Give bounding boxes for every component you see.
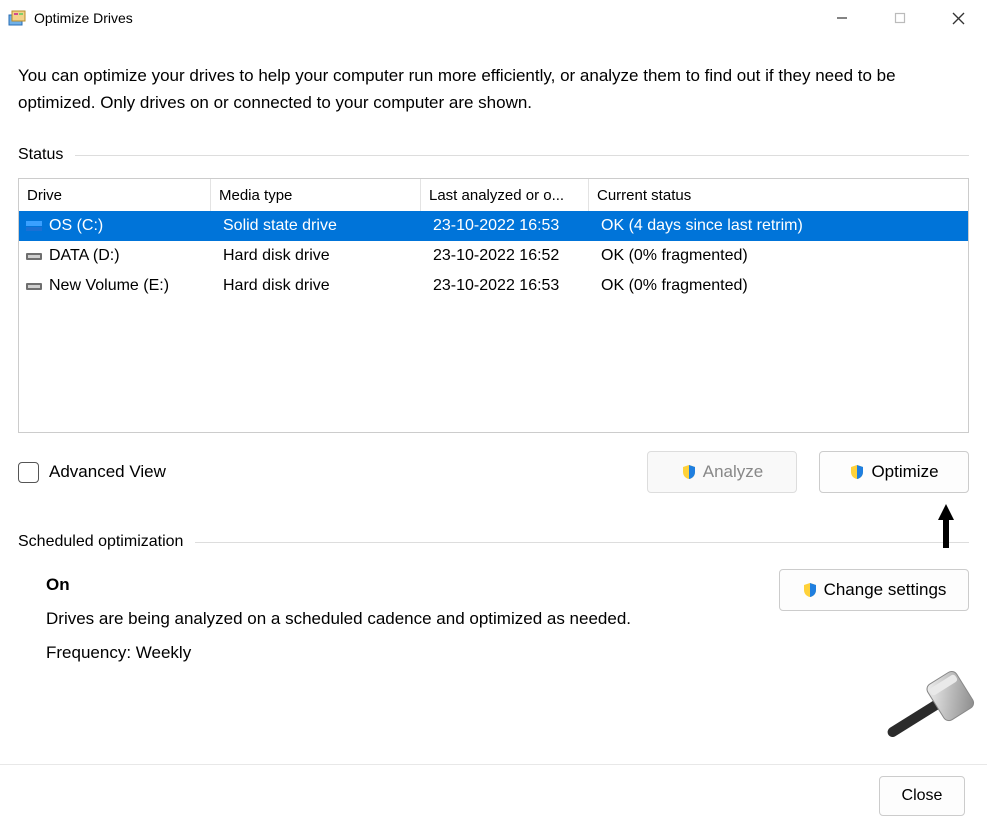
- column-header-media[interactable]: Media type: [211, 179, 421, 211]
- scheduled-info: On Drives are being analyzed on a schedu…: [18, 565, 757, 663]
- scheduled-frequency: Frequency: Weekly: [46, 643, 757, 663]
- footer: Close: [0, 764, 987, 826]
- drive-icon: [25, 279, 45, 293]
- drive-last: 23-10-2022 16:53: [425, 217, 593, 235]
- close-label: Close: [902, 787, 943, 805]
- description-text: You can optimize your drives to help you…: [18, 62, 958, 116]
- drives-list: Drive Media type Last analyzed or o... C…: [18, 178, 969, 433]
- drive-media: Hard disk drive: [215, 277, 425, 295]
- shield-icon: [849, 464, 865, 480]
- divider: [75, 155, 969, 156]
- optimize-label: Optimize: [871, 462, 938, 482]
- close-button[interactable]: Close: [879, 776, 965, 816]
- advanced-view-checkbox[interactable]: [18, 462, 39, 483]
- analyze-button[interactable]: Analyze: [647, 451, 797, 493]
- status-section-heading: Status: [18, 146, 969, 164]
- optimize-button[interactable]: Optimize: [819, 451, 969, 493]
- window-title: Optimize Drives: [34, 10, 133, 26]
- column-header-last[interactable]: Last analyzed or o...: [421, 179, 589, 211]
- drive-status: OK (0% fragmented): [593, 247, 968, 265]
- drive-icon: [25, 219, 45, 233]
- drive-row[interactable]: DATA (D:) Hard disk drive 23-10-2022 16:…: [19, 241, 968, 271]
- drive-status: OK (4 days since last retrim): [593, 217, 968, 235]
- close-window-button[interactable]: [929, 0, 987, 36]
- drive-name: New Volume (E:): [49, 277, 169, 295]
- shield-icon: [681, 464, 697, 480]
- minimize-button[interactable]: [813, 0, 871, 36]
- drive-last: 23-10-2022 16:53: [425, 277, 593, 295]
- maximize-button[interactable]: [871, 0, 929, 36]
- drive-status: OK (0% fragmented): [593, 277, 968, 295]
- drive-name: DATA (D:): [49, 247, 120, 265]
- column-header-status[interactable]: Current status: [589, 179, 968, 211]
- scheduled-description: Drives are being analyzed on a scheduled…: [46, 609, 757, 629]
- drive-media: Hard disk drive: [215, 247, 425, 265]
- drive-row[interactable]: New Volume (E:) Hard disk drive 23-10-20…: [19, 271, 968, 301]
- drive-icon: [25, 249, 45, 263]
- drives-header: Drive Media type Last analyzed or o... C…: [19, 179, 968, 211]
- drive-row[interactable]: OS (C:) Solid state drive 23-10-2022 16:…: [19, 211, 968, 241]
- shield-icon: [802, 582, 818, 598]
- drive-name: OS (C:): [49, 217, 103, 235]
- advanced-view-label[interactable]: Advanced View: [49, 462, 166, 482]
- status-label: Status: [18, 146, 75, 164]
- scheduled-state: On: [46, 575, 757, 595]
- column-header-drive[interactable]: Drive: [19, 179, 211, 211]
- change-settings-label: Change settings: [824, 580, 947, 600]
- drive-last: 23-10-2022 16:52: [425, 247, 593, 265]
- titlebar: Optimize Drives: [0, 0, 987, 36]
- change-settings-button[interactable]: Change settings: [779, 569, 969, 611]
- hammer-icon: [871, 660, 981, 760]
- scheduled-label: Scheduled optimization: [18, 533, 195, 551]
- drive-media: Solid state drive: [215, 217, 425, 235]
- analyze-label: Analyze: [703, 462, 763, 482]
- app-icon: [8, 9, 26, 27]
- divider: [195, 542, 969, 543]
- scheduled-section-heading: Scheduled optimization: [18, 533, 969, 551]
